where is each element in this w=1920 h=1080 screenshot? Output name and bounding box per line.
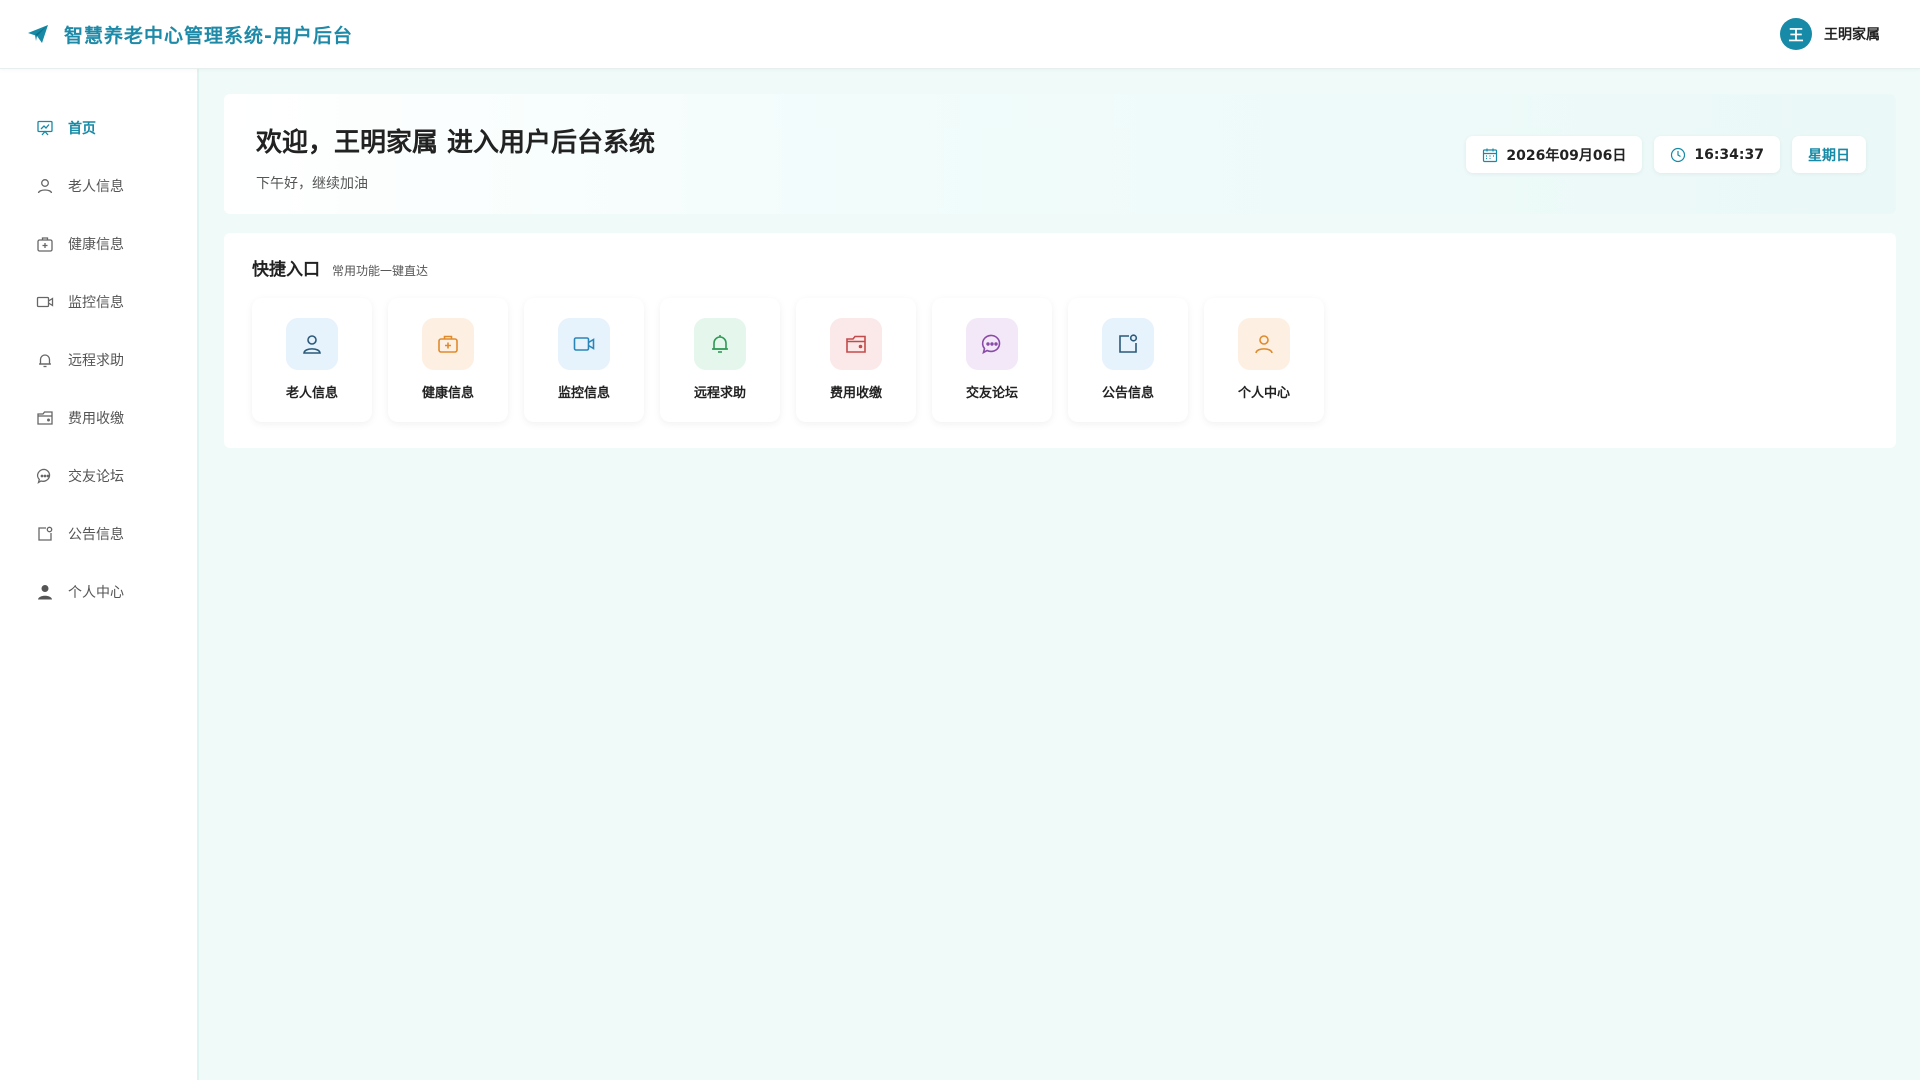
dashboard-icon bbox=[36, 119, 54, 137]
sidebar: 首页 老人信息 健康信息 监控信息 远程求助 费用收缴 交友论坛 公告信息 个人… bbox=[0, 69, 199, 1080]
quick-tile-health-info[interactable]: 健康信息 bbox=[388, 298, 508, 422]
person-icon bbox=[1238, 318, 1290, 370]
notice-icon bbox=[36, 525, 54, 543]
sidebar-item-label: 费用收缴 bbox=[68, 411, 124, 427]
tile-label: 交友论坛 bbox=[965, 386, 1018, 401]
paper-plane-icon bbox=[26, 22, 50, 46]
medical-kit-icon bbox=[422, 318, 474, 370]
user-menu[interactable]: 王 王明家属 bbox=[1780, 18, 1880, 50]
weekday-text: 星期日 bbox=[1808, 147, 1850, 164]
clock-icon bbox=[1670, 147, 1686, 163]
wallet-icon bbox=[36, 409, 54, 427]
sidebar-item-label: 监控信息 bbox=[68, 295, 124, 311]
quick-tile-notice[interactable]: 公告信息 bbox=[1068, 298, 1188, 422]
sidebar-item-label: 个人中心 bbox=[68, 585, 124, 601]
quick-tile-fee-payment[interactable]: 费用收缴 bbox=[796, 298, 916, 422]
time-text: 16:34:37 bbox=[1694, 146, 1764, 163]
bell-icon bbox=[36, 351, 54, 369]
calendar-icon bbox=[1482, 147, 1498, 163]
sidebar-item-label: 交友论坛 bbox=[68, 469, 124, 485]
sidebar-item-forum[interactable]: 交友论坛 bbox=[0, 447, 197, 505]
tile-label: 老人信息 bbox=[285, 386, 338, 401]
user-icon bbox=[286, 318, 338, 370]
sidebar-item-remote-help[interactable]: 远程求助 bbox=[0, 331, 197, 389]
user-icon bbox=[36, 177, 54, 195]
welcome-banner: 欢迎，王明家属 进入用户后台系统 下午好，继续加油 2026年09月06日 16… bbox=[224, 94, 1896, 214]
weekday-chip: 星期日 bbox=[1792, 136, 1866, 173]
sidebar-item-monitor-info[interactable]: 监控信息 bbox=[0, 273, 197, 331]
quick-access-title: 快捷入口 bbox=[252, 260, 320, 280]
tile-label: 健康信息 bbox=[421, 386, 474, 401]
user-name[interactable]: 王明家属 bbox=[1824, 24, 1880, 44]
quick-access-panel: 快捷入口 常用功能一键直达 老人信息 健康信息 监控信息 远程求助 费用收缴 交… bbox=[224, 233, 1896, 448]
quick-tile-elder-info[interactable]: 老人信息 bbox=[252, 298, 372, 422]
sidebar-item-health-info[interactable]: 健康信息 bbox=[0, 215, 197, 273]
quick-tile-remote-help[interactable]: 远程求助 bbox=[660, 298, 780, 422]
datetime-chips: 2026年09月06日 16:34:37 星期日 bbox=[1466, 136, 1866, 173]
video-camera-icon bbox=[558, 318, 610, 370]
sidebar-item-personal-center[interactable]: 个人中心 bbox=[0, 563, 197, 621]
sidebar-item-fee-payment[interactable]: 费用收缴 bbox=[0, 389, 197, 447]
sidebar-item-notice[interactable]: 公告信息 bbox=[0, 505, 197, 563]
quick-tile-forum[interactable]: 交友论坛 bbox=[932, 298, 1052, 422]
sidebar-item-label: 首页 bbox=[68, 121, 96, 137]
sidebar-item-label: 健康信息 bbox=[68, 237, 124, 253]
date-text: 2026年09月06日 bbox=[1506, 147, 1627, 164]
app-title: 智慧养老中心管理系统-用户后台 bbox=[64, 24, 353, 47]
quick-tile-monitor-info[interactable]: 监控信息 bbox=[524, 298, 644, 422]
tile-label: 费用收缴 bbox=[829, 386, 882, 401]
person-icon bbox=[36, 583, 54, 601]
chat-icon bbox=[966, 318, 1018, 370]
tile-label: 远程求助 bbox=[693, 386, 746, 401]
tile-label: 监控信息 bbox=[557, 386, 610, 401]
quick-tile-personal-center[interactable]: 个人中心 bbox=[1204, 298, 1324, 422]
chat-icon bbox=[36, 467, 54, 485]
wallet-icon bbox=[830, 318, 882, 370]
brand[interactable]: 智慧养老中心管理系统-用户后台 bbox=[26, 21, 353, 48]
sidebar-item-label: 老人信息 bbox=[68, 179, 124, 195]
sidebar-item-label: 远程求助 bbox=[68, 353, 124, 369]
bell-icon bbox=[694, 318, 746, 370]
quick-access-subtitle: 常用功能一键直达 bbox=[332, 264, 429, 278]
tile-label: 个人中心 bbox=[1237, 386, 1290, 401]
tile-label: 公告信息 bbox=[1101, 386, 1154, 401]
top-header: 智慧养老中心管理系统-用户后台 王 王明家属 bbox=[0, 0, 1920, 69]
video-camera-icon bbox=[36, 293, 54, 311]
welcome-subtitle: 下午好，继续加油 bbox=[256, 176, 368, 192]
sidebar-item-label: 公告信息 bbox=[68, 527, 124, 543]
sidebar-item-home[interactable]: 首页 bbox=[0, 99, 197, 157]
notice-icon bbox=[1102, 318, 1154, 370]
quick-tiles: 老人信息 健康信息 监控信息 远程求助 费用收缴 交友论坛 公告信息 个人中心 bbox=[252, 298, 1868, 422]
date-chip: 2026年09月06日 bbox=[1466, 136, 1643, 173]
sidebar-item-elder-info[interactable]: 老人信息 bbox=[0, 157, 197, 215]
medical-kit-icon bbox=[36, 235, 54, 253]
time-chip: 16:34:37 bbox=[1654, 136, 1780, 173]
avatar[interactable]: 王 bbox=[1780, 18, 1812, 50]
